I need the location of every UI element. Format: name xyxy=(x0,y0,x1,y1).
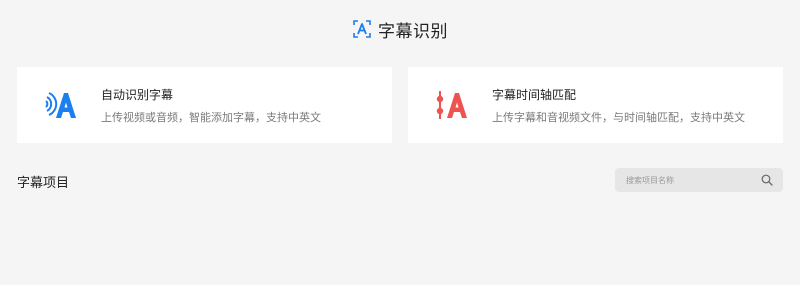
page-title: 字幕识别 xyxy=(378,21,448,42)
timeline-match-card[interactable]: 字幕时间轴匹配 上传字幕和音视频文件，与时间轴匹配，支持中英文 xyxy=(408,67,783,143)
audio-wave-a-icon xyxy=(41,85,81,125)
page-header: 字幕识别 xyxy=(0,14,800,44)
card-description: 上传视频或音频，智能添加字幕，支持中英文 xyxy=(101,110,321,124)
project-search-box[interactable] xyxy=(615,168,783,192)
card-title: 字幕时间轴匹配 xyxy=(492,87,577,102)
subtitle-a-logo-icon xyxy=(353,20,371,38)
projects-section-title: 字幕项目 xyxy=(17,176,70,191)
auto-recognize-card[interactable]: 自动识别字幕 上传视频或音频，智能添加字幕，支持中英文 xyxy=(17,67,392,143)
card-title: 自动识别字幕 xyxy=(101,87,174,102)
search-icon[interactable] xyxy=(761,174,773,186)
timeline-a-icon xyxy=(432,85,472,125)
card-description: 上传字幕和音视频文件，与时间轴匹配，支持中英文 xyxy=(492,110,745,124)
search-input[interactable] xyxy=(624,174,758,186)
